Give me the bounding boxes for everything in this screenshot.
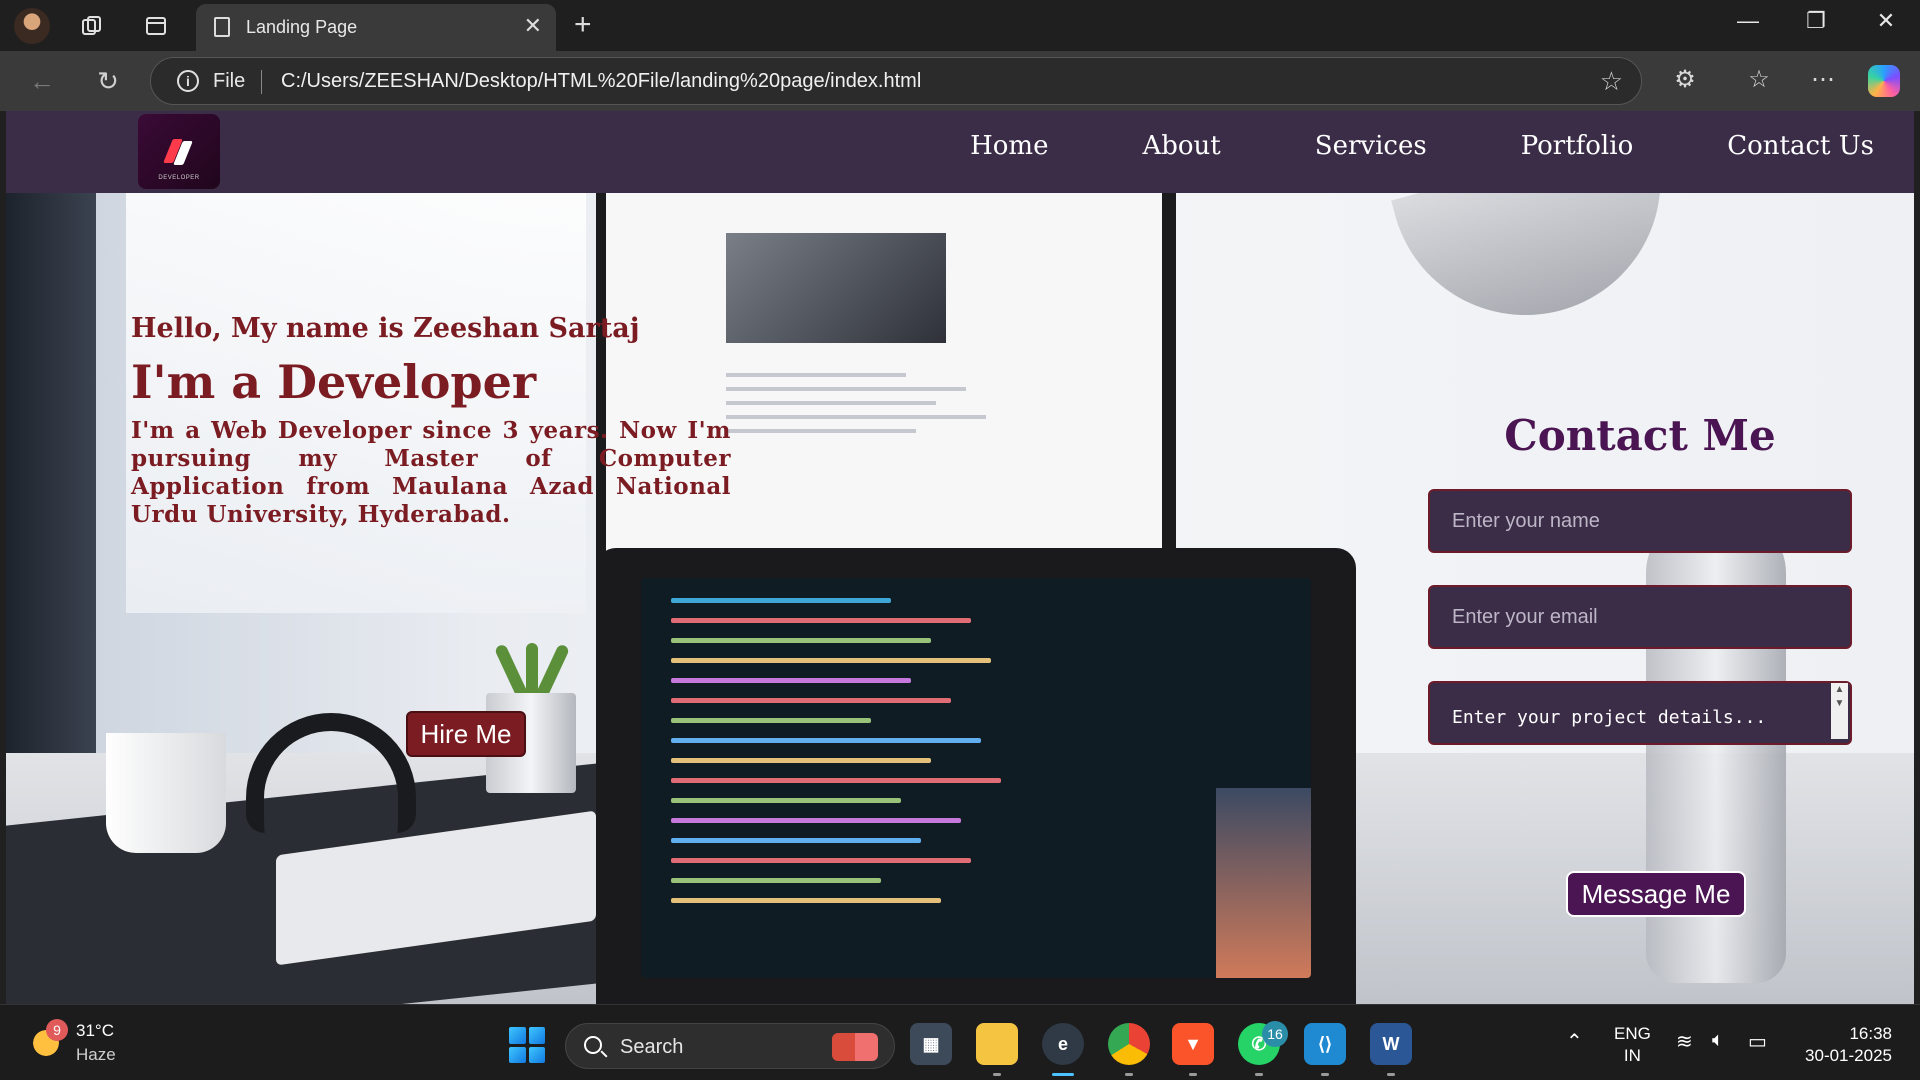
textarea-scrollbar[interactable]: ▲ ▼ bbox=[1831, 683, 1848, 739]
wifi-icon[interactable]: ≋ bbox=[1676, 1029, 1693, 1054]
hire-me-button[interactable]: Hire Me bbox=[406, 711, 526, 757]
minimize-icon[interactable]: — bbox=[1728, 8, 1768, 34]
taskbar-search[interactable]: Search bbox=[565, 1023, 895, 1069]
web-page: DEVELOPER Home About Services Portfolio … bbox=[6, 111, 1914, 1004]
project-details-field[interactable] bbox=[1428, 681, 1852, 745]
address-scheme: File bbox=[213, 70, 246, 92]
divider bbox=[261, 70, 262, 94]
word-icon[interactable]: W bbox=[1370, 1023, 1412, 1065]
refresh-icon[interactable]: ↻ bbox=[90, 63, 126, 99]
favorites-icon[interactable]: ☆ bbox=[1742, 65, 1776, 94]
language-indicator[interactable]: ENG IN bbox=[1614, 1023, 1651, 1067]
brave-icon[interactable]: ▼ bbox=[1172, 1023, 1214, 1065]
page-icon bbox=[214, 17, 230, 37]
search-icon bbox=[584, 1036, 602, 1054]
email-field[interactable] bbox=[1428, 585, 1852, 649]
background-lamp bbox=[1391, 193, 1691, 346]
site-info-icon[interactable]: i bbox=[177, 70, 199, 92]
hero-section: Hello, My name is Zeeshan Sartaj I'm a D… bbox=[6, 193, 1914, 1004]
system-clock[interactable]: 16:38 30-01-2025 bbox=[1796, 1023, 1892, 1067]
close-window-icon[interactable]: ✕ bbox=[1866, 8, 1906, 34]
back-icon[interactable]: ← bbox=[24, 63, 60, 99]
workspaces-icon[interactable] bbox=[76, 10, 108, 42]
vertical-tabs-icon[interactable] bbox=[140, 10, 172, 42]
vscode-icon[interactable]: ⟨⟩ bbox=[1304, 1023, 1346, 1065]
search-highlight-icon bbox=[832, 1033, 878, 1061]
weather-badge: 9 bbox=[46, 1019, 68, 1041]
bio-text: I'm a Web Developer since 3 years. Now I… bbox=[131, 417, 731, 528]
new-tab-icon[interactable]: + bbox=[574, 8, 592, 42]
message-me-button[interactable]: Message Me bbox=[1566, 871, 1746, 917]
main-nav: Home About Services Portfolio Contact Us bbox=[970, 131, 1874, 161]
battery-icon[interactable]: ▭ bbox=[1748, 1029, 1767, 1054]
tab-title: Landing Page bbox=[246, 17, 358, 37]
chrome-icon[interactable] bbox=[1108, 1023, 1150, 1065]
logo-mark-icon bbox=[163, 137, 193, 167]
tab-landing-page[interactable]: Landing Page ✕ bbox=[196, 4, 556, 51]
background-headphones bbox=[246, 713, 416, 833]
copilot-icon[interactable] bbox=[1868, 65, 1900, 97]
language-line1: ENG bbox=[1614, 1024, 1651, 1043]
headline: I'm a Developer bbox=[131, 355, 537, 409]
address-bar[interactable]: i File C:/Users/ZEESHAN/Desktop/HTML%20F… bbox=[150, 57, 1642, 105]
name-field[interactable] bbox=[1428, 489, 1852, 553]
whatsapp-badge: 16 bbox=[1262, 1021, 1288, 1047]
nav-contact-us[interactable]: Contact Us bbox=[1727, 131, 1874, 161]
nav-about[interactable]: About bbox=[1142, 131, 1220, 161]
weather-condition[interactable]: Haze bbox=[76, 1045, 116, 1065]
profile-avatar[interactable] bbox=[14, 8, 50, 44]
volume-icon[interactable]: 🔈︎ bbox=[1712, 1029, 1724, 1052]
favorite-star-icon[interactable]: ☆ bbox=[1600, 66, 1623, 97]
logo-text: DEVELOPER bbox=[158, 175, 200, 181]
extensions-icon[interactable]: ⚙ bbox=[1668, 65, 1702, 94]
contact-heading: Contact Me bbox=[1504, 411, 1776, 460]
clock-time: 16:38 bbox=[1849, 1024, 1892, 1043]
nav-portfolio[interactable]: Portfolio bbox=[1521, 131, 1634, 161]
background-laptop bbox=[596, 548, 1356, 1004]
clock-date: 30-01-2025 bbox=[1805, 1046, 1892, 1065]
search-label: Search bbox=[620, 1036, 684, 1058]
temperature[interactable]: 31°C bbox=[76, 1021, 114, 1041]
taskbar: 9 31°C Haze Search ▦ e ▼ ✆ 16 ⟨⟩ W ⌃ ENG… bbox=[0, 1004, 1920, 1080]
site-logo[interactable]: DEVELOPER bbox=[138, 114, 220, 189]
more-menu-icon[interactable]: ⋯ bbox=[1806, 65, 1840, 94]
greeting-text: Hello, My name is Zeeshan Sartaj bbox=[131, 313, 640, 344]
chevron-up-icon[interactable]: ⌃ bbox=[1566, 1029, 1583, 1054]
site-header: DEVELOPER Home About Services Portfolio … bbox=[6, 111, 1914, 193]
background-mug bbox=[106, 733, 226, 853]
calculator-icon[interactable]: ▦ bbox=[910, 1023, 952, 1065]
file-explorer-icon[interactable] bbox=[976, 1023, 1018, 1065]
browser-tab-bar: Landing Page ✕ + — ❐ ✕ bbox=[0, 0, 1920, 51]
nav-home[interactable]: Home bbox=[970, 131, 1048, 161]
url-text[interactable]: C:/Users/ZEESHAN/Desktop/HTML%20File/lan… bbox=[281, 70, 921, 93]
close-tab-icon[interactable]: ✕ bbox=[524, 13, 542, 39]
language-line2: IN bbox=[1623, 1046, 1641, 1065]
nav-services[interactable]: Services bbox=[1315, 131, 1427, 161]
start-icon[interactable] bbox=[509, 1027, 545, 1063]
edge-icon[interactable]: e bbox=[1042, 1023, 1084, 1065]
address-toolbar: ← ↻ i File C:/Users/ZEESHAN/Desktop/HTML… bbox=[0, 51, 1920, 111]
restore-icon[interactable]: ❐ bbox=[1796, 8, 1836, 34]
